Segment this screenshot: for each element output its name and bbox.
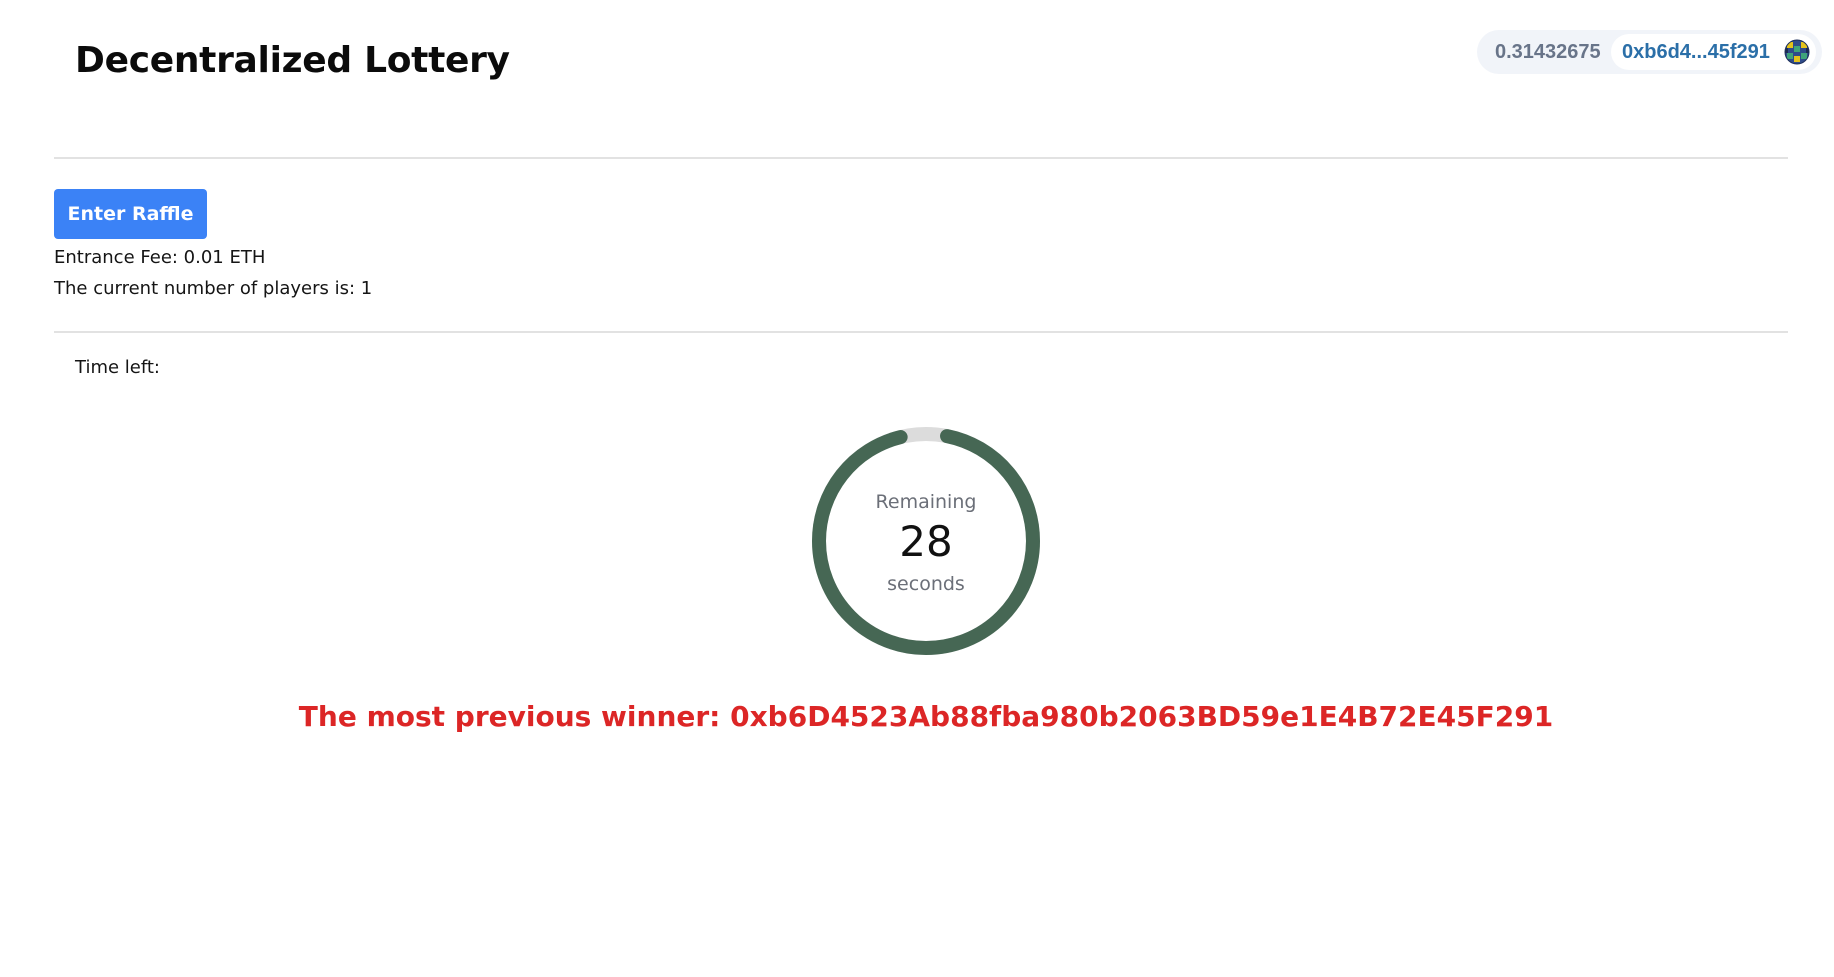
remaining-seconds-value: 28: [899, 517, 953, 566]
header: Decentralized Lottery 0.31432675 0xb6d4.…: [54, 0, 1822, 159]
remaining-label: Remaining: [875, 491, 977, 513]
previous-winner-text: The most previous winner: 0xb6D4523Ab88f…: [298, 700, 1554, 733]
wallet-account-button[interactable]: 0xb6d4...45f291: [1611, 34, 1816, 70]
wallet-widget[interactable]: 0.31432675 0xb6d4...45f291: [1477, 30, 1822, 74]
player-count-text: The current number of players is: 1: [54, 278, 373, 299]
time-left-heading: Time left:: [75, 357, 160, 378]
wallet-balance: 0.31432675: [1495, 41, 1601, 63]
enter-raffle-button[interactable]: Enter Raffle: [54, 189, 207, 239]
seconds-unit-label: seconds: [887, 573, 965, 595]
entrance-fee-text: Entrance Fee: 0.01 ETH: [54, 247, 266, 268]
page-title: Decentralized Lottery: [75, 40, 510, 81]
identicon-avatar-icon: [1784, 39, 1810, 65]
countdown-timer: Remaining 28 seconds: [810, 425, 1042, 657]
wallet-address: 0xb6d4...45f291: [1622, 41, 1770, 63]
page: Decentralized Lottery 0.31432675 0xb6d4.…: [0, 0, 1834, 977]
section-divider: [54, 331, 1788, 333]
